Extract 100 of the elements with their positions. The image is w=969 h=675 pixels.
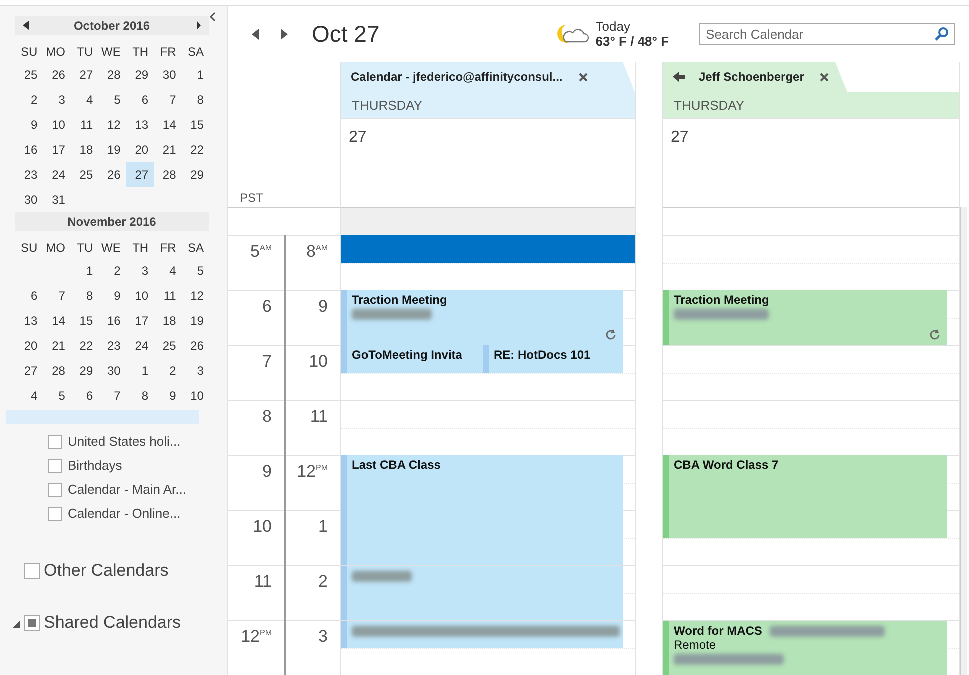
calendar-day[interactable]: 8 bbox=[126, 383, 154, 408]
calendar-day[interactable]: 24 bbox=[126, 333, 154, 358]
calendar-day[interactable]: 28 bbox=[98, 62, 126, 87]
calendar-day[interactable]: 14 bbox=[154, 112, 182, 137]
calendar-day[interactable]: 5 bbox=[42, 383, 70, 408]
calendar-day[interactable]: 17 bbox=[126, 308, 154, 333]
calendar-group[interactable]: Shared Calendars bbox=[15, 613, 227, 633]
calendar-event[interactable]: RE: HotDocs 101 bbox=[483, 345, 623, 372]
calendar-day[interactable]: 9 bbox=[154, 383, 182, 408]
calendar-list-item[interactable]: Birthdays bbox=[48, 458, 227, 473]
calendar-day[interactable]: 7 bbox=[154, 87, 182, 112]
calendar-day[interactable]: 12 bbox=[98, 112, 126, 137]
calendar-day[interactable]: 4 bbox=[70, 87, 98, 112]
calendar-day[interactable]: 11 bbox=[154, 283, 182, 308]
calendar-day[interactable]: 1 bbox=[70, 258, 98, 283]
calendar-day[interactable]: 20 bbox=[15, 333, 43, 358]
calendar-day[interactable]: 23 bbox=[98, 333, 126, 358]
calendar-day[interactable]: 26 bbox=[181, 333, 209, 358]
calendar-day[interactable]: 24 bbox=[42, 162, 70, 187]
hour-label: 11 bbox=[310, 407, 328, 427]
calendar-day[interactable]: 28 bbox=[154, 162, 182, 187]
calendar-day[interactable]: 2 bbox=[15, 87, 43, 112]
calendar-day[interactable]: 8 bbox=[181, 87, 209, 112]
calendar-day[interactable]: 4 bbox=[154, 258, 182, 283]
calendar-day[interactable]: 30 bbox=[154, 62, 182, 87]
calendar-day[interactable]: 21 bbox=[42, 333, 70, 358]
calendar-day[interactable]: 3 bbox=[42, 87, 70, 112]
calendar-day[interactable]: 25 bbox=[154, 333, 182, 358]
calendar-day[interactable]: 8 bbox=[70, 283, 98, 308]
calendar-day[interactable]: 22 bbox=[70, 333, 98, 358]
calendar-event[interactable]: CBA Word Class 7 bbox=[663, 455, 947, 538]
calendar-event[interactable]: GoToMeeting Invita bbox=[341, 345, 483, 372]
calendar-day[interactable]: 5 bbox=[98, 87, 126, 112]
calendar-day[interactable]: 6 bbox=[15, 283, 43, 308]
hour-label: 8 bbox=[262, 407, 272, 427]
calendar-day[interactable]: 27 bbox=[70, 62, 98, 87]
calendar-day[interactable]: 21 bbox=[154, 137, 182, 162]
calendar-day[interactable]: 11 bbox=[70, 112, 98, 137]
calendar-day[interactable]: 13 bbox=[126, 112, 154, 137]
calendar-day[interactable]: 19 bbox=[181, 308, 209, 333]
calendar-list-item[interactable]: Calendar - Main Ar... bbox=[48, 482, 227, 497]
calendar-day[interactable]: 12 bbox=[181, 283, 209, 308]
calendar-day[interactable]: 3 bbox=[181, 358, 209, 383]
calendar-day[interactable]: 30 bbox=[98, 358, 126, 383]
calendar-day[interactable]: 13 bbox=[15, 308, 43, 333]
calendar-day[interactable]: 7 bbox=[98, 383, 126, 408]
calendar-day[interactable]: 31 bbox=[42, 187, 70, 212]
calendar-day[interactable]: 2 bbox=[98, 258, 126, 283]
calendar-day[interactable]: 17 bbox=[42, 137, 70, 162]
temperature-range: 63° F / 48° F bbox=[596, 34, 670, 49]
calendar-day[interactable]: 25 bbox=[15, 62, 43, 87]
calendar-day[interactable]: 4 bbox=[15, 383, 43, 408]
calendar-day[interactable]: 30 bbox=[15, 187, 43, 212]
calendar-day[interactable]: 15 bbox=[70, 308, 98, 333]
calendar-day[interactable]: 6 bbox=[126, 87, 154, 112]
calendar-day[interactable]: 22 bbox=[181, 137, 209, 162]
calendar-day[interactable]: 26 bbox=[42, 62, 70, 87]
calendar-day[interactable]: 2 bbox=[154, 358, 182, 383]
calendar-list-item[interactable]: Calendar - Online... bbox=[48, 506, 227, 521]
calendar-event[interactable]: Traction Meeting bbox=[663, 290, 947, 345]
hour-label: 3 bbox=[318, 627, 328, 647]
calendar-day[interactable]: 16 bbox=[98, 308, 126, 333]
weekday-label: WE bbox=[102, 240, 121, 254]
calendar-day[interactable]: 29 bbox=[70, 358, 98, 383]
calendar-day[interactable]: 27 bbox=[126, 162, 154, 187]
calendar-day[interactable]: 10 bbox=[126, 283, 154, 308]
calendar-event[interactable]: Word for MACS Remote bbox=[663, 621, 947, 675]
calendar-day[interactable]: 19 bbox=[98, 137, 126, 162]
calendar-tab[interactable]: Calendar - jfederico@affinityconsul... bbox=[341, 62, 635, 92]
calendar-day[interactable]: 9 bbox=[98, 283, 126, 308]
calendar-day[interactable]: 28 bbox=[42, 358, 70, 383]
calendar-day[interactable]: 20 bbox=[126, 137, 154, 162]
calendar-day[interactable]: 15 bbox=[181, 112, 209, 137]
calendar-day[interactable]: 29 bbox=[126, 62, 154, 87]
search-field[interactable]: Search Calendar bbox=[699, 23, 956, 45]
calendar-day[interactable]: 18 bbox=[154, 308, 182, 333]
calendar-day[interactable]: 1 bbox=[126, 358, 154, 383]
calendar-day[interactable]: 27 bbox=[15, 358, 43, 383]
calendar-day[interactable]: 6 bbox=[70, 383, 98, 408]
calendar-day[interactable]: 9 bbox=[15, 112, 43, 137]
calendar-day[interactable]: 3 bbox=[126, 258, 154, 283]
calendar-day[interactable]: 1 bbox=[181, 62, 209, 87]
calendar-day[interactable]: 16 bbox=[15, 137, 43, 162]
calendar-group[interactable]: Other Calendars bbox=[15, 561, 227, 581]
hour-label: 5$^{AM}$ bbox=[250, 242, 272, 262]
calendar-event[interactable]: Last CBA Class bbox=[341, 455, 623, 565]
calendar-day[interactable]: 5 bbox=[181, 258, 209, 283]
calendar-day[interactable]: 29 bbox=[181, 162, 209, 187]
calendar-day[interactable]: 14 bbox=[42, 308, 70, 333]
calendar-day[interactable]: 25 bbox=[70, 162, 98, 187]
calendar-day[interactable]: 7 bbox=[42, 283, 70, 308]
calendar-day[interactable]: 18 bbox=[70, 137, 98, 162]
calendar-day[interactable]: 23 bbox=[15, 162, 43, 187]
calendar-day[interactable]: 10 bbox=[42, 112, 70, 137]
calendar-tab[interactable]: Jeff Schoenberger bbox=[663, 62, 848, 92]
calendar-day[interactable]: 26 bbox=[98, 162, 126, 187]
weekday-label: SA bbox=[188, 240, 204, 254]
calendar-event[interactable]: Traction Meeting bbox=[341, 290, 623, 345]
calendar-list-item[interactable]: United States holi... bbox=[48, 434, 227, 449]
calendar-day[interactable]: 10 bbox=[181, 383, 209, 408]
